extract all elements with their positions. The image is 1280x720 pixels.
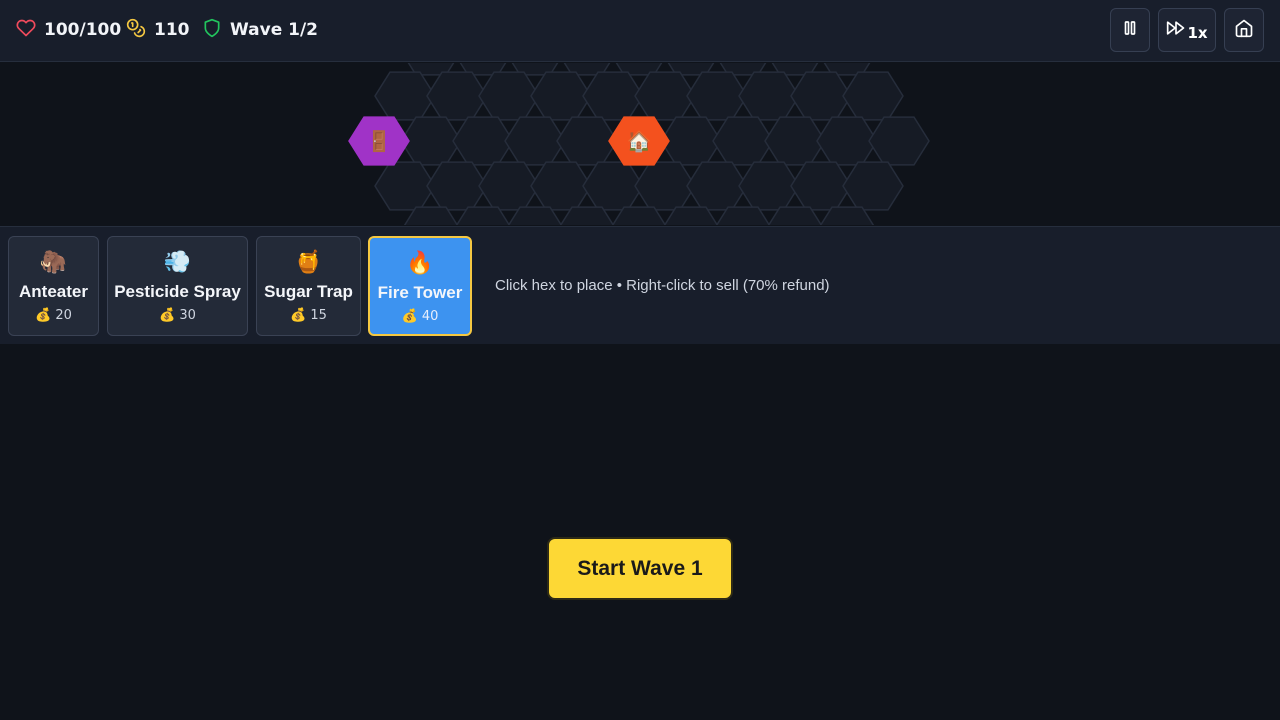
hex-tile[interactable]: [686, 161, 748, 211]
hex-tile[interactable]: [426, 71, 488, 121]
fast-forward-icon: [1166, 18, 1186, 42]
hex-tile[interactable]: [764, 116, 826, 166]
coins-icon: [126, 18, 146, 42]
tower-name: Anteater: [19, 282, 88, 301]
tower-cost: 💰 30: [159, 308, 196, 323]
shield-icon: [202, 18, 222, 42]
spray-icon: 💨: [163, 250, 192, 275]
hex-tile[interactable]: [582, 71, 644, 121]
hex-tile[interactable]: [530, 161, 592, 211]
hex-tile[interactable]: [634, 71, 696, 121]
hex-tile[interactable]: [504, 116, 566, 166]
pause-button[interactable]: [1110, 8, 1150, 52]
honey-icon: 🍯: [294, 250, 323, 275]
tower-card-sugar-trap[interactable]: 🍯 Sugar Trap 💰 15: [256, 236, 361, 336]
speed-label: 1x: [1187, 24, 1208, 42]
placement-hint: Click hex to place • Right-click to sell…: [495, 277, 830, 294]
hex-tile[interactable]: [660, 116, 722, 166]
home-button[interactable]: [1224, 8, 1264, 52]
hex-tile[interactable]: [868, 116, 930, 166]
tower-cost: 💰 20: [35, 308, 72, 323]
hex-tile[interactable]: [478, 71, 540, 121]
hex-tile[interactable]: [738, 71, 800, 121]
pause-icon: [1121, 19, 1139, 41]
lives-value: 100/100: [44, 20, 122, 40]
door-icon: 🚪: [367, 129, 392, 153]
gold-value: 110: [154, 20, 190, 40]
hex-tile[interactable]: [634, 161, 696, 211]
hex-map[interactable]: 🚪 🏠: [0, 63, 1280, 225]
fire-icon: 🔥: [406, 251, 434, 276]
tower-card-fire-tower[interactable]: 🔥 Fire Tower 💰 40: [368, 236, 472, 336]
hex-tile[interactable]: [530, 71, 592, 121]
hex-tile[interactable]: [842, 161, 904, 211]
gold-stat: 110: [126, 18, 190, 42]
hex-tile[interactable]: [790, 161, 852, 211]
hex-tile[interactable]: [374, 161, 436, 211]
lives-stat: 100/100: [16, 19, 121, 41]
hex-tile[interactable]: [790, 71, 852, 121]
hex-tile[interactable]: [816, 116, 878, 166]
tower-card-pesticide-spray[interactable]: 💨 Pesticide Spray 💰 30: [107, 236, 248, 336]
hex-tile[interactable]: [452, 116, 514, 166]
tower-shop: 🦣 Anteater 💰 20 💨 Pesticide Spray 💰 30 🍯…: [0, 226, 1280, 344]
hex-tile[interactable]: [374, 71, 436, 121]
hex-tile[interactable]: [686, 71, 748, 121]
hex-tile[interactable]: [842, 71, 904, 121]
top-bar: 100/100 110 Wave 1/2 1x: [0, 0, 1280, 62]
speed-button[interactable]: 1x: [1158, 8, 1216, 52]
tower-cost: 💰 15: [290, 308, 327, 323]
tower-name: Fire Tower: [377, 283, 463, 302]
wave-value: Wave 1/2: [230, 20, 319, 40]
hex-tile[interactable]: [556, 116, 618, 166]
hex-tile[interactable]: [738, 161, 800, 211]
hex-tile[interactable]: [400, 116, 462, 166]
home-icon: [1234, 18, 1254, 42]
tower-cost: 💰 40: [401, 309, 439, 324]
anteater-icon: 🦣: [39, 250, 68, 275]
tower-name: Sugar Trap: [264, 282, 353, 301]
tower-name: Pesticide Spray: [114, 282, 241, 301]
heart-icon: [16, 18, 36, 42]
hex-tile[interactable]: [582, 161, 644, 211]
hex-tile[interactable]: [426, 161, 488, 211]
hex-tile[interactable]: [478, 161, 540, 211]
wave-stat: Wave 1/2: [202, 18, 319, 42]
tower-card-anteater[interactable]: 🦣 Anteater 💰 20: [8, 236, 99, 336]
house-icon: 🏠: [627, 129, 652, 153]
start-wave-button[interactable]: Start Wave 1: [547, 537, 733, 600]
hex-grid[interactable]: 🚪 🏠: [0, 63, 1280, 225]
hex-tile[interactable]: [712, 116, 774, 166]
